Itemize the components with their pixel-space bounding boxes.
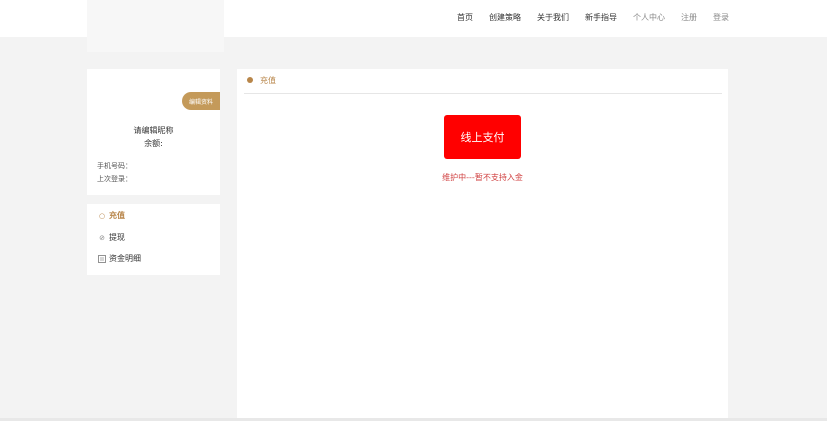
- menu-item-withdraw[interactable]: ⊘ 提现: [98, 232, 125, 243]
- circle-icon: ○: [98, 211, 106, 220]
- nav-about-us[interactable]: 关于我们: [537, 12, 569, 23]
- balance-label: 余额:: [144, 139, 163, 148]
- menu-item-fund-details[interactable]: 资金明细: [98, 253, 141, 264]
- menu-item-recharge[interactable]: ○ 充值: [98, 210, 125, 221]
- nickname: 请编辑昵称: [133, 126, 174, 135]
- logo-placeholder: [87, 0, 224, 52]
- nav-login[interactable]: 登录: [713, 12, 729, 23]
- menu-item-label: 资金明细: [109, 254, 141, 263]
- main-nav: 首页 创建策略 关于我们 新手指导 个人中心 注册 登录: [441, 12, 729, 23]
- menu-item-label: 提现: [109, 233, 125, 242]
- panel-header: 充值: [244, 69, 722, 94]
- menu-item-label: 充值: [109, 211, 125, 220]
- nav-home[interactable]: 首页: [457, 12, 473, 23]
- recharge-panel: 充值 线上支付 维护中---暂不支持入金: [237, 69, 728, 421]
- maintenance-notice: 维护中---暂不支持入金: [442, 173, 523, 182]
- last-login-label: 上次登录：: [97, 175, 132, 183]
- account-menu: ○ 充值 ⊘ 提现 资金明细: [87, 204, 220, 275]
- nav-beginner-guide[interactable]: 新手指导: [585, 12, 617, 23]
- bullet-icon: [247, 77, 253, 83]
- phone-label: 手机号码：: [97, 162, 132, 170]
- nav-user-center[interactable]: 个人中心: [633, 12, 665, 23]
- edit-profile-button[interactable]: 编辑资料: [182, 92, 220, 110]
- online-payment-button[interactable]: 线上支付: [444, 115, 521, 159]
- withdraw-icon: ⊘: [99, 233, 105, 242]
- panel-title: 充值: [260, 76, 276, 85]
- nav-register[interactable]: 注册: [681, 12, 697, 23]
- nav-create-strategy[interactable]: 创建策略: [489, 12, 521, 23]
- document-icon: [98, 254, 106, 263]
- profile-card: 编辑资料 请编辑昵称 余额: 手机号码： 上次登录：: [87, 69, 220, 195]
